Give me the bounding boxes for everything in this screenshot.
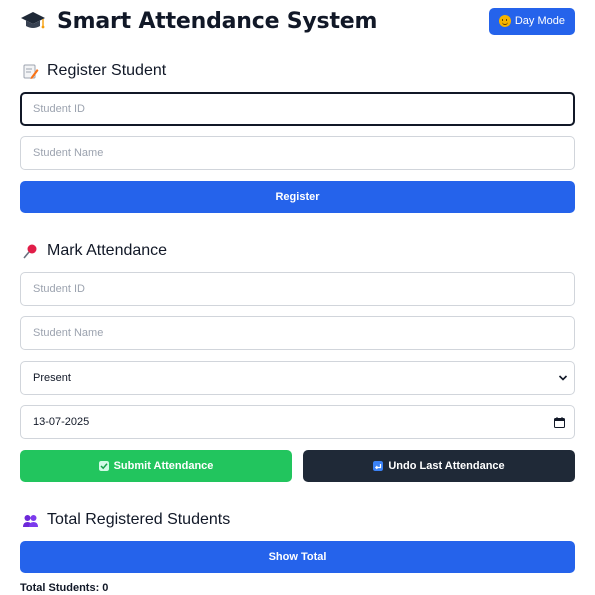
attendance-date-value: 13-07-2025 [33, 416, 90, 428]
app-header: Smart Attendance System Day Mode [20, 6, 575, 36]
total-heading: Total Registered Students [22, 511, 230, 529]
register-heading-label: Register Student [47, 62, 167, 79]
check-box-icon [98, 461, 109, 471]
brand: Smart Attendance System [20, 8, 377, 34]
attendance-heading: Mark Attendance [22, 242, 167, 260]
page-title: Smart Attendance System [57, 8, 378, 34]
register-heading: Register Student [22, 62, 166, 80]
graduation-cap-icon [21, 12, 45, 29]
register-button[interactable]: Register [20, 181, 575, 213]
memo-pencil-icon [23, 64, 39, 79]
register-student-id-placeholder: Student ID [33, 103, 85, 115]
day-mode-label: Day Mode [514, 15, 565, 27]
show-total-button[interactable]: Show Total [20, 541, 575, 573]
register-student-name-placeholder: Student Name [33, 147, 104, 159]
attendance-status-select[interactable]: Present [20, 361, 575, 395]
calendar-icon[interactable] [554, 417, 565, 428]
undo-attendance-button[interactable]: Undo Last Attendance [303, 450, 575, 482]
attendance-student-id-input[interactable]: Student ID [20, 272, 575, 306]
pushpin-icon [23, 244, 37, 259]
attendance-heading-label: Mark Attendance [47, 242, 168, 259]
undo-attendance-label: Undo Last Attendance [388, 460, 505, 472]
attendance-status-value: Present [33, 372, 71, 384]
chevron-down-icon [558, 375, 568, 381]
undo-arrow-icon [373, 461, 384, 471]
submit-attendance-button[interactable]: Submit Attendance [20, 450, 292, 482]
submit-attendance-label: Submit Attendance [113, 460, 214, 472]
day-mode-button[interactable]: Day Mode [488, 7, 575, 35]
register-student-name-input[interactable]: Student Name [20, 136, 575, 170]
attendance-date-input[interactable]: 13-07-2025 [20, 405, 575, 439]
attendance-student-name-placeholder: Student Name [33, 327, 104, 339]
total-heading-label: Total Registered Students [47, 511, 231, 528]
smile-icon [498, 15, 511, 27]
register-button-label: Register [275, 191, 320, 203]
show-total-label: Show Total [268, 551, 327, 563]
register-student-id-input[interactable]: Student ID [20, 92, 575, 126]
people-icon [23, 514, 38, 527]
total-students-result: Total Students: 0 [20, 582, 109, 594]
attendance-student-id-placeholder: Student ID [33, 283, 85, 295]
attendance-student-name-input[interactable]: Student Name [20, 316, 575, 350]
